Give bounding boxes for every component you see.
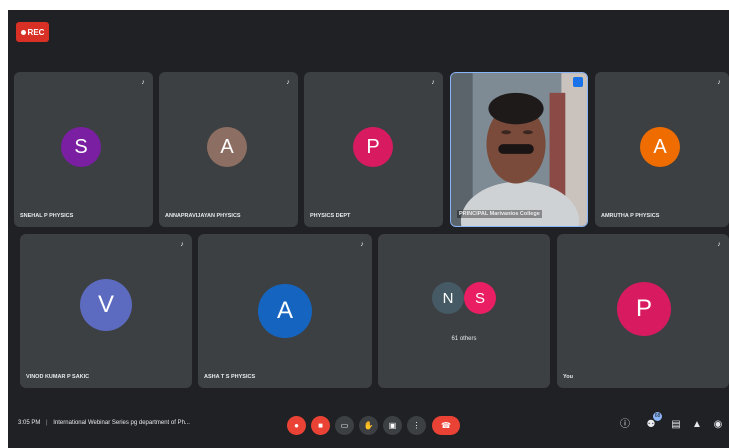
mic-off-icon: ● (294, 421, 299, 430)
participant-name: VINOD KUMAR P SAKIC (26, 374, 90, 380)
participant-tile[interactable]: ♪ S SNEHAL P PHYSICS (14, 72, 153, 227)
activities-icon[interactable]: ▲ (691, 418, 703, 432)
avatar: N (432, 282, 464, 314)
more-options-icon: ⋮ (412, 421, 421, 430)
clock-time: 3:05 PM (18, 420, 41, 426)
record-dot-icon (20, 29, 26, 35)
raise-hand-icon: ✋ (363, 421, 374, 430)
mic-muted-icon: ♪ (286, 79, 290, 86)
participant-tile[interactable]: ♪ V VINOD KUMAR P SAKIC (20, 234, 192, 388)
mic-toggle-button[interactable]: ● (287, 416, 306, 435)
participant-video (451, 73, 587, 226)
participant-name: SNEHAL P PHYSICS (20, 213, 74, 219)
mic-muted-icon: ♪ (180, 241, 184, 248)
pin-icon[interactable] (573, 77, 583, 87)
separator: | (46, 420, 48, 426)
participant-tile[interactable]: ♪ A ANNAPRAVIJAYAN PHYSICS (159, 72, 298, 227)
participant-name: AMRUTHA P PHYSICS (601, 213, 660, 219)
end-call-button[interactable]: ☎ (432, 416, 460, 435)
avatar: A (207, 127, 247, 167)
participant-video-tile[interactable]: PRINCIPAL Marivanios College (450, 72, 588, 227)
camera-toggle-button[interactable]: ■ (311, 416, 330, 435)
avatar: S (61, 127, 101, 167)
people-icon: ⚉ (646, 419, 656, 430)
captions-button[interactable]: ▭ (335, 416, 354, 435)
avatar: P (353, 127, 393, 167)
mic-muted-icon: ♪ (141, 79, 145, 86)
participant-tile-self[interactable]: ♪ P You (557, 234, 729, 388)
present-screen-icon: ▣ (388, 421, 397, 430)
end-call-icon: ☎ (441, 421, 451, 430)
participant-name: You (563, 374, 573, 380)
recording-badge: REC (16, 22, 49, 42)
participant-name: ASHA T S PHYSICS (204, 374, 256, 380)
participant-name: PRINCIPAL Marivanios College (457, 210, 542, 218)
avatar: V (80, 279, 132, 331)
meeting-title: International Webinar Series pg departme… (53, 420, 190, 426)
raise-hand-button[interactable]: ✋ (359, 416, 378, 435)
avatar: S (464, 282, 496, 314)
recording-label: REC (27, 27, 45, 37)
people-button[interactable]: ⚉ 68 (645, 412, 662, 432)
participant-tile[interactable]: ♪ A AMRUTHA P PHYSICS (595, 72, 729, 227)
avatar: P (617, 282, 671, 336)
meet-window: REC ♪ S SNEHAL P PHYSICS ♪ A ANNAPRAVIJA… (8, 10, 729, 448)
info-icon[interactable]: ⓘ (619, 418, 631, 432)
people-count-badge: 68 (653, 412, 662, 421)
more-options-button[interactable]: ⋮ (407, 416, 426, 435)
mic-muted-icon: ♪ (717, 241, 721, 248)
others-tile[interactable]: N S 61 others (378, 234, 550, 388)
camera-off-icon: ■ (318, 421, 323, 430)
avatar: A (258, 284, 312, 338)
meeting-details: 3:05 PM | International Webinar Series p… (18, 420, 190, 426)
participant-tile[interactable]: ♪ P PHYSICS DEPT (304, 72, 443, 227)
captions-icon: ▭ (340, 421, 349, 430)
chat-icon[interactable]: ▤ (670, 418, 682, 432)
mic-muted-icon: ♪ (717, 79, 721, 86)
host-controls-icon[interactable]: ◉ (712, 418, 724, 432)
participant-name: PHYSICS DEPT (310, 213, 351, 219)
present-button[interactable]: ▣ (383, 416, 402, 435)
participant-tile[interactable]: ♪ A ASHA T S PHYSICS (198, 234, 372, 388)
participant-name: ANNAPRAVIJAYAN PHYSICS (165, 213, 241, 219)
mic-muted-icon: ♪ (431, 79, 435, 86)
mic-muted-icon: ♪ (360, 241, 364, 248)
control-bar: 3:05 PM | International Webinar Series p… (8, 408, 729, 448)
avatar: A (640, 127, 680, 167)
others-count-label: 61 others (451, 336, 477, 342)
